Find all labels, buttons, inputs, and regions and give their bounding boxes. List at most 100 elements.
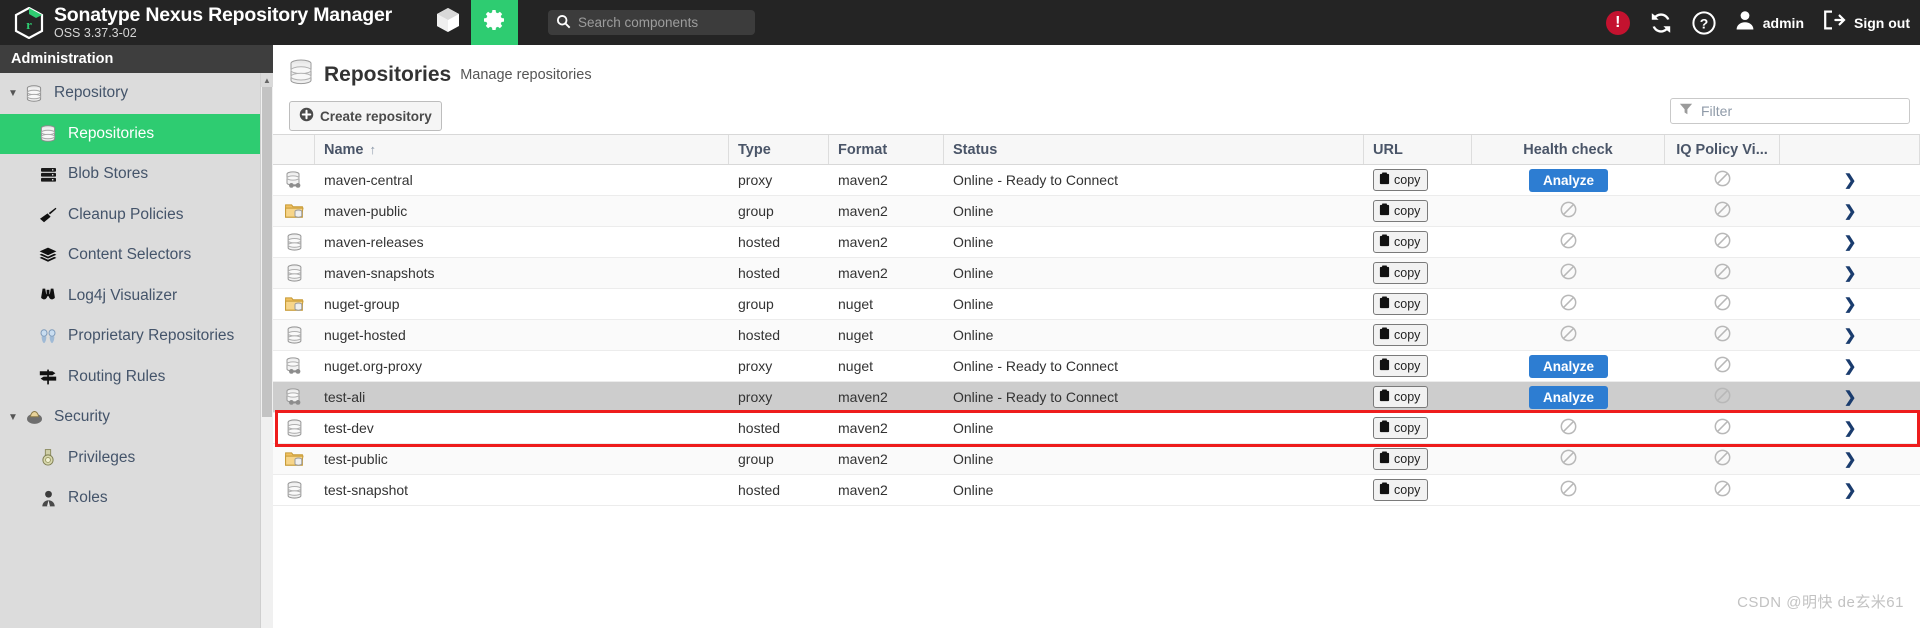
chevron-down-icon[interactable]: ▼ xyxy=(6,88,20,99)
search-input[interactable] xyxy=(548,10,755,35)
copy-button[interactable]: copy xyxy=(1373,169,1429,191)
copy-button[interactable]: copy xyxy=(1373,417,1429,439)
refresh-icon[interactable] xyxy=(1648,10,1674,36)
copy-url-button[interactable]: copy xyxy=(1364,475,1472,505)
column-header-type[interactable]: Type xyxy=(729,135,829,164)
sign-out-button[interactable]: Sign out xyxy=(1822,9,1910,36)
row-detail-arrow[interactable]: ❯ xyxy=(1780,196,1920,226)
scroll-up-arrow-icon[interactable]: ▲ xyxy=(261,73,273,87)
health-check-cell[interactable]: Analyze xyxy=(1472,382,1665,412)
copy-url-button[interactable]: copy xyxy=(1364,196,1472,226)
health-check-cell[interactable] xyxy=(1472,227,1665,257)
health-check-cell[interactable] xyxy=(1472,413,1665,443)
row-detail-arrow[interactable]: ❯ xyxy=(1780,444,1920,474)
browse-cube-button[interactable] xyxy=(424,0,471,45)
chevron-right-icon[interactable]: ❯ xyxy=(1844,171,1857,189)
row-detail-arrow[interactable]: ❯ xyxy=(1780,258,1920,288)
row-detail-arrow[interactable]: ❯ xyxy=(1780,227,1920,257)
copy-button[interactable]: copy xyxy=(1373,200,1429,222)
help-icon[interactable]: ? xyxy=(1692,10,1716,35)
health-check-cell[interactable] xyxy=(1472,320,1665,350)
table-row[interactable]: nuget-hosted hosted nuget Online copy ❯ xyxy=(273,320,1920,351)
copy-button[interactable]: copy xyxy=(1373,231,1429,253)
column-header-iq[interactable]: IQ Policy Vi... xyxy=(1665,135,1780,164)
alert-icon[interactable]: ! xyxy=(1605,10,1630,35)
chevron-right-icon[interactable]: ❯ xyxy=(1844,202,1857,220)
copy-url-button[interactable]: copy xyxy=(1364,382,1472,412)
table-row[interactable]: maven-public group maven2 Online copy ❯ xyxy=(273,196,1920,227)
health-check-cell[interactable] xyxy=(1472,475,1665,505)
health-check-cell[interactable] xyxy=(1472,444,1665,474)
copy-button[interactable]: copy xyxy=(1373,262,1429,284)
table-row[interactable]: maven-central proxy maven2 Online - Ready t… xyxy=(273,165,1920,196)
chevron-right-icon[interactable]: ❯ xyxy=(1844,419,1857,437)
sidebar-item-proprietary-repositories[interactable]: Proprietary Repositories xyxy=(0,316,273,357)
row-detail-arrow[interactable]: ❯ xyxy=(1780,289,1920,319)
chevron-right-icon[interactable]: ❯ xyxy=(1844,264,1857,282)
row-detail-arrow[interactable]: ❯ xyxy=(1780,413,1920,443)
row-detail-arrow[interactable]: ❯ xyxy=(1780,475,1920,505)
user-menu[interactable]: admin xyxy=(1734,9,1804,36)
health-check-cell[interactable] xyxy=(1472,289,1665,319)
copy-url-button[interactable]: copy xyxy=(1364,444,1472,474)
sidebar-item-blob-stores[interactable]: Blob Stores xyxy=(0,154,273,195)
sidebar-item-privileges[interactable]: Privileges xyxy=(0,438,273,479)
copy-button[interactable]: copy xyxy=(1373,479,1429,501)
column-header-health[interactable]: Health check xyxy=(1472,135,1665,164)
copy-url-button[interactable]: copy xyxy=(1364,413,1472,443)
sidebar-scrollbar[interactable]: ▲ xyxy=(260,73,273,628)
table-row[interactable]: test-ali proxy maven2 Online - Ready to Con… xyxy=(273,382,1920,413)
sidebar-item-security[interactable]: ▼ Security xyxy=(0,397,273,438)
health-check-cell[interactable] xyxy=(1472,196,1665,226)
table-row[interactable]: test-snapshot hosted maven2 Online copy ❯ xyxy=(273,475,1920,506)
copy-button[interactable]: copy xyxy=(1373,293,1429,315)
search-box[interactable] xyxy=(548,10,755,35)
sidebar-item-roles[interactable]: Roles xyxy=(0,478,273,519)
chevron-right-icon[interactable]: ❯ xyxy=(1844,450,1857,468)
scrollbar-thumb[interactable] xyxy=(262,87,272,417)
row-detail-arrow[interactable]: ❯ xyxy=(1780,320,1920,350)
table-row[interactable]: nuget.org-proxy proxy nuget Online - Ready … xyxy=(273,351,1920,382)
sidebar-item-repositories[interactable]: Repositories xyxy=(0,113,273,154)
copy-button[interactable]: copy xyxy=(1373,386,1429,408)
row-detail-arrow[interactable]: ❯ xyxy=(1780,165,1920,195)
copy-button[interactable]: copy xyxy=(1373,324,1429,346)
copy-button[interactable]: copy xyxy=(1373,355,1429,377)
chevron-right-icon[interactable]: ❯ xyxy=(1844,295,1857,313)
copy-url-button[interactable]: copy xyxy=(1364,227,1472,257)
chevron-right-icon[interactable]: ❯ xyxy=(1844,357,1857,375)
copy-url-button[interactable]: copy xyxy=(1364,320,1472,350)
filter-input[interactable] xyxy=(1701,103,1909,119)
row-detail-arrow[interactable]: ❯ xyxy=(1780,351,1920,381)
administration-gear-button[interactable] xyxy=(471,0,518,45)
chevron-right-icon[interactable]: ❯ xyxy=(1844,388,1857,406)
chevron-right-icon[interactable]: ❯ xyxy=(1844,481,1857,499)
chevron-right-icon[interactable]: ❯ xyxy=(1844,326,1857,344)
health-check-cell[interactable]: Analyze xyxy=(1472,165,1665,195)
table-row[interactable]: test-public group maven2 Online copy ❯ xyxy=(273,444,1920,475)
chevron-down-icon[interactable]: ▼ xyxy=(6,412,20,423)
copy-url-button[interactable]: copy xyxy=(1364,289,1472,319)
sidebar-item-log4j-visualizer[interactable]: Log4j Visualizer xyxy=(0,276,273,317)
table-row[interactable]: maven-releases hosted maven2 Online copy ❯ xyxy=(273,227,1920,258)
analyze-button[interactable]: Analyze xyxy=(1528,354,1609,378)
column-header-icon[interactable] xyxy=(273,135,315,164)
column-header-name[interactable]: Name ↑ xyxy=(315,135,729,164)
filter-box[interactable] xyxy=(1670,98,1910,124)
analyze-button[interactable]: Analyze xyxy=(1528,385,1609,409)
column-header-status[interactable]: Status xyxy=(944,135,1364,164)
table-row[interactable]: maven-snapshots hosted maven2 Online copy ❯ xyxy=(273,258,1920,289)
sidebar-item-cleanup-policies[interactable]: Cleanup Policies xyxy=(0,195,273,236)
create-repository-button[interactable]: Create repository xyxy=(289,101,442,131)
column-header-url[interactable]: URL xyxy=(1364,135,1472,164)
table-row[interactable]: test-dev hosted maven2 Online copy ❯ xyxy=(273,413,1920,444)
column-header-arrow[interactable] xyxy=(1780,135,1920,164)
copy-url-button[interactable]: copy xyxy=(1364,165,1472,195)
row-detail-arrow[interactable]: ❯ xyxy=(1780,382,1920,412)
sidebar-item-content-selectors[interactable]: Content Selectors xyxy=(0,235,273,276)
column-header-format[interactable]: Format xyxy=(829,135,944,164)
sort-ascending-icon[interactable]: ↑ xyxy=(370,142,377,157)
sidebar-item-routing-rules[interactable]: Routing Rules xyxy=(0,357,273,398)
health-check-cell[interactable]: Analyze xyxy=(1472,351,1665,381)
analyze-button[interactable]: Analyze xyxy=(1528,168,1609,192)
